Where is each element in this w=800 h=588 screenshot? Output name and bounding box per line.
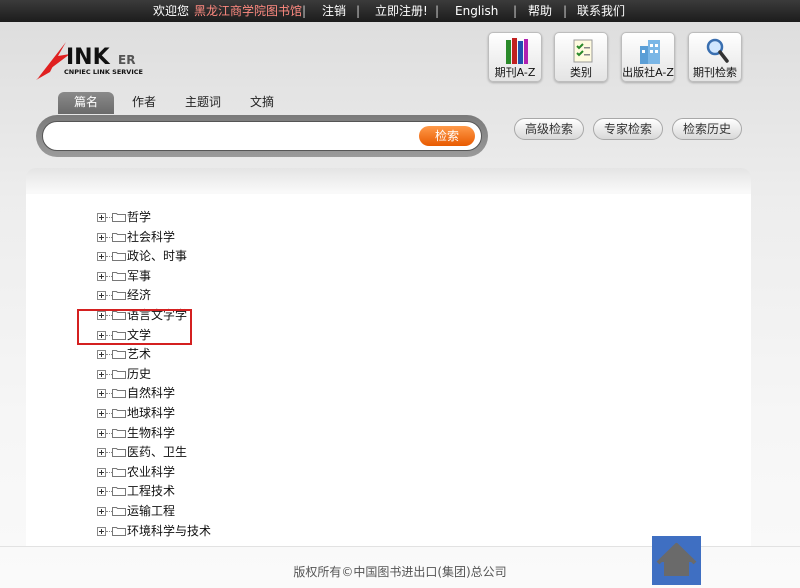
search-field-container: 检索 xyxy=(42,121,482,151)
folder-icon xyxy=(112,213,126,222)
folder-icon xyxy=(112,232,126,242)
expand-icon[interactable] xyxy=(97,428,106,438)
home-icon xyxy=(656,543,697,576)
folder-icon xyxy=(112,271,126,281)
expand-icon[interactable] xyxy=(97,369,106,379)
search-bar: 检索 xyxy=(36,115,488,157)
folder-icon xyxy=(112,252,126,262)
expand-icon[interactable] xyxy=(97,487,106,497)
separator: | xyxy=(435,4,440,18)
expand-icon[interactable] xyxy=(97,350,106,360)
expand-icon[interactable] xyxy=(97,389,106,399)
search-history-button[interactable]: 检索历史 xyxy=(672,118,742,140)
linker-logo[interactable]: INK ER CNPIEC LINK SERVICE xyxy=(36,38,160,82)
journal-az-label: 期刊A-Z xyxy=(494,66,536,79)
tree-item-label[interactable]: 军事 xyxy=(127,267,151,285)
library-name: 黑龙江商学院图书馆 xyxy=(194,4,303,18)
expand-icon[interactable] xyxy=(97,526,106,536)
expand-icon[interactable] xyxy=(97,271,106,281)
journal-search-label: 期刊检索 xyxy=(693,66,737,79)
folder-icon xyxy=(112,389,126,399)
tree-item-label[interactable]: 艺术 xyxy=(127,345,151,363)
category-label: 类别 xyxy=(570,66,592,79)
expand-icon[interactable] xyxy=(97,507,106,516)
books-icon xyxy=(506,38,528,64)
publisher-az-button[interactable]: 出版社A-Z xyxy=(621,32,675,82)
tree-item-label[interactable]: 工程技术 xyxy=(127,482,175,500)
tree-item-label[interactable]: 医药、卫生 xyxy=(127,443,187,461)
expand-icon[interactable] xyxy=(97,252,106,262)
folder-icon xyxy=(112,467,126,477)
advanced-search-button[interactable]: 高级检索 xyxy=(514,118,584,140)
tree-item-label[interactable]: 社会科学 xyxy=(127,228,175,246)
expand-icon[interactable] xyxy=(97,213,106,222)
publisher-az-label: 出版社A-Z xyxy=(622,66,674,79)
journal-search-button[interactable]: 期刊检索 xyxy=(688,32,742,82)
tree-item-label[interactable]: 农业科学 xyxy=(127,463,175,481)
tree-item-label[interactable]: 环境科学与技术 xyxy=(127,522,211,540)
welcome-text: 欢迎您 xyxy=(153,4,190,18)
logo-brand-suffix: ER xyxy=(118,53,135,67)
contact-link[interactable]: 联系我们 xyxy=(577,0,625,22)
tree-item-label[interactable]: 政论、时事 xyxy=(127,247,187,265)
logout-link[interactable]: 注销 xyxy=(322,0,346,22)
expand-icon[interactable] xyxy=(97,448,106,458)
tree-item-label[interactable]: 哲学 xyxy=(127,208,151,226)
checklist-icon xyxy=(573,39,593,63)
tree-item-label[interactable]: 生物科学 xyxy=(127,424,175,442)
tree-item-label[interactable]: 经济 xyxy=(127,286,151,304)
journal-az-button[interactable]: 期刊A-Z xyxy=(488,32,542,82)
tree-item-label[interactable]: 历史 xyxy=(127,365,151,383)
tree-item-label[interactable]: 地球科学 xyxy=(127,404,175,422)
separator: | xyxy=(513,4,518,18)
folder-icon xyxy=(112,291,126,301)
magnifier-icon xyxy=(706,38,729,63)
search-input[interactable] xyxy=(55,126,425,146)
separator: | xyxy=(356,4,361,18)
register-link[interactable]: 立即注册! xyxy=(375,0,428,22)
tab-title[interactable]: 篇名 xyxy=(58,92,114,114)
folder-icon xyxy=(112,487,126,497)
tab-abstract[interactable]: 文摘 xyxy=(246,92,278,114)
category-button[interactable]: 类别 xyxy=(554,32,608,82)
expand-icon[interactable] xyxy=(97,232,106,242)
folder-icon xyxy=(112,448,126,458)
help-link[interactable]: 帮助 xyxy=(528,0,552,22)
tab-subject[interactable]: 主题词 xyxy=(183,92,223,114)
english-link[interactable]: English xyxy=(455,0,498,22)
tab-author[interactable]: 作者 xyxy=(128,92,160,114)
top-bar: 欢迎您 黑龙江商学院图书馆 | 注销 | 立即注册! | English | 帮… xyxy=(0,0,800,22)
expand-icon[interactable] xyxy=(97,291,106,301)
home-button[interactable] xyxy=(652,536,701,585)
logo-tagline: CNPIEC LINK SERVICE xyxy=(64,68,143,76)
tree-item-label[interactable]: 运输工程 xyxy=(127,502,175,520)
folder-icon xyxy=(112,409,126,418)
separator: | xyxy=(302,4,307,18)
highlight-box xyxy=(77,309,192,345)
building-icon xyxy=(640,40,660,64)
folder-icon xyxy=(112,350,126,360)
expand-icon[interactable] xyxy=(97,467,106,477)
folder-icon xyxy=(112,428,126,438)
expert-search-button[interactable]: 专家检索 xyxy=(593,118,663,140)
folder-icon xyxy=(112,507,126,516)
separator: | xyxy=(563,4,568,18)
folder-icon xyxy=(112,526,126,536)
folder-icon xyxy=(112,369,126,379)
logo-brand: INK xyxy=(66,45,111,70)
search-button[interactable]: 检索 xyxy=(419,126,475,146)
tree-item-label[interactable]: 自然科学 xyxy=(127,384,175,402)
expand-icon[interactable] xyxy=(97,409,106,418)
